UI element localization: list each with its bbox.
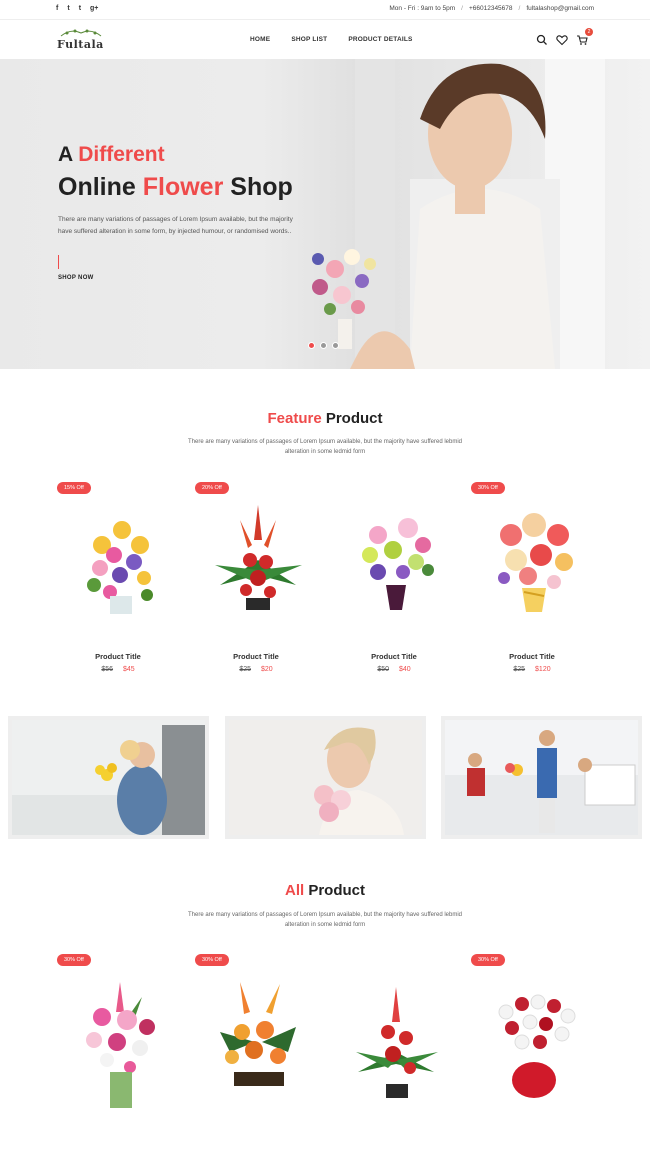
discount-badge: 15% Off [57,482,91,494]
banner-image [445,720,638,835]
nav-product-details[interactable]: PRODUCT DETAILS [348,36,412,43]
hero-divider [58,255,59,269]
logo-vine-icon [60,29,102,37]
twitter-icon[interactable]: t [67,4,69,14]
all-section-title: All Product [0,882,650,899]
cart-count-badge: 2 [585,28,593,36]
product-card[interactable]: 30% Off [466,954,598,1154]
product-card[interactable]: Product Title $50 $40 [328,482,460,682]
search-icon[interactable] [536,33,548,45]
wishlist-heart-icon[interactable] [556,33,568,46]
hero-word-accent: Different [78,143,165,166]
product-title[interactable]: Product Title [328,652,460,661]
phone-number[interactable]: +66012345678 [469,5,513,12]
contact-info: Mon - Fri : 9am to 5pm / +66012345678 / … [389,5,594,12]
main-nav: HOME SHOP LIST PRODUCT DETAILS [250,36,413,43]
hero-word: Online [58,173,136,201]
feature-product-list: 15% Off Product Title $56 $45 20% Off Pr… [52,482,598,682]
promo-banner-bride[interactable] [224,716,426,839]
hero-title-line2: Online Flower Shop [58,173,293,202]
product-price: $56 $45 [52,666,184,673]
hero-word-accent: Flower [142,173,224,201]
title-accent: Feature [267,410,322,427]
product-card[interactable]: 30% Off Product Title $25 $120 [466,482,598,682]
product-card[interactable]: 30% Off [190,954,322,1154]
old-price: $25 [513,666,526,673]
product-image [356,987,438,1098]
discount-badge: 30% Off [57,954,91,966]
header-icons: 2 [536,28,593,46]
banner-image [228,720,422,835]
discount-badge: 30% Off [471,482,505,494]
discount-badge: 30% Off [471,954,505,966]
hero-title-line1: A Different [58,143,165,167]
new-price: $20 [260,666,273,673]
logo[interactable]: Fultala [57,28,103,54]
product-title[interactable]: Product Title [190,652,322,661]
product-card[interactable]: 30% Off [52,954,184,1154]
separator: / [518,5,521,12]
product-image [87,521,153,614]
slider-dot-3[interactable] [332,342,339,349]
product-title[interactable]: Product Title [52,652,184,661]
hero-word: A [58,143,73,166]
title-word: Product [308,882,365,899]
title-accent: All [284,882,305,899]
old-price: $25 [239,666,252,673]
feature-section-title: Feature Product [0,410,650,427]
discount-badge: 30% Off [195,954,229,966]
title-word: Product [325,410,383,427]
new-price: $40 [398,666,411,673]
discount-badge: 20% Off [195,482,229,494]
product-image [220,982,296,1086]
product-price: $25 $120 [466,666,598,673]
product-card[interactable]: 20% Off Product Title $25 $20 [190,482,322,682]
main-header: Fultala HOME SHOP LIST PRODUCT DETAILS 2 [0,21,650,59]
email-address[interactable]: fultalashop@gmail.com [526,5,594,12]
tumblr-icon[interactable]: t [79,4,81,14]
product-image [498,513,573,612]
product-image [86,982,155,1108]
product-price: $50 $40 [328,666,460,673]
promo-banner-child-flowers[interactable] [8,716,209,839]
old-price: $50 [377,666,390,673]
slider-dot-2[interactable] [320,342,327,349]
slider-dots [308,342,339,349]
new-price: $45 [122,666,135,673]
product-image [498,994,576,1098]
product-card[interactable]: 15% Off Product Title $56 $45 [52,482,184,682]
product-image [215,505,302,610]
shop-now-button[interactable]: SHOP NOW [58,275,94,281]
product-card[interactable] [328,954,460,1154]
feature-section-description: There are many variations of passages of… [187,439,463,455]
product-image [362,518,434,610]
old-price: $56 [101,666,114,673]
social-links: f t t g+ [56,4,98,14]
hero-word: Shop [230,173,293,201]
nav-home[interactable]: HOME [250,36,270,43]
opening-hours: Mon - Fri : 9am to 5pm [389,5,456,12]
all-product-list: 30% Off 30% Off 30% Off [52,954,598,1154]
product-title[interactable]: Product Title [466,652,598,661]
hero-slider: A Different Online Flower Shop There are… [0,59,650,369]
google-plus-icon[interactable]: g+ [90,4,98,14]
new-price: $120 [535,666,551,673]
slider-dot-1[interactable] [308,342,315,349]
nav-shop-list[interactable]: SHOP LIST [291,36,327,43]
separator: / [461,5,463,12]
all-section-description: There are many variations of passages of… [187,912,463,928]
product-price: $25 $20 [190,666,322,673]
logo-text: Fultala [57,38,104,51]
promo-banner-delivery[interactable] [441,716,642,839]
top-bar: f t t g+ Mon - Fri : 9am to 5pm / +66012… [0,0,650,20]
hero-description: There are many variations of passages of… [58,216,293,235]
promo-banners [8,716,642,839]
banner-image [12,720,205,835]
cart-icon[interactable]: 2 [576,28,593,45]
facebook-icon[interactable]: f [56,4,58,14]
